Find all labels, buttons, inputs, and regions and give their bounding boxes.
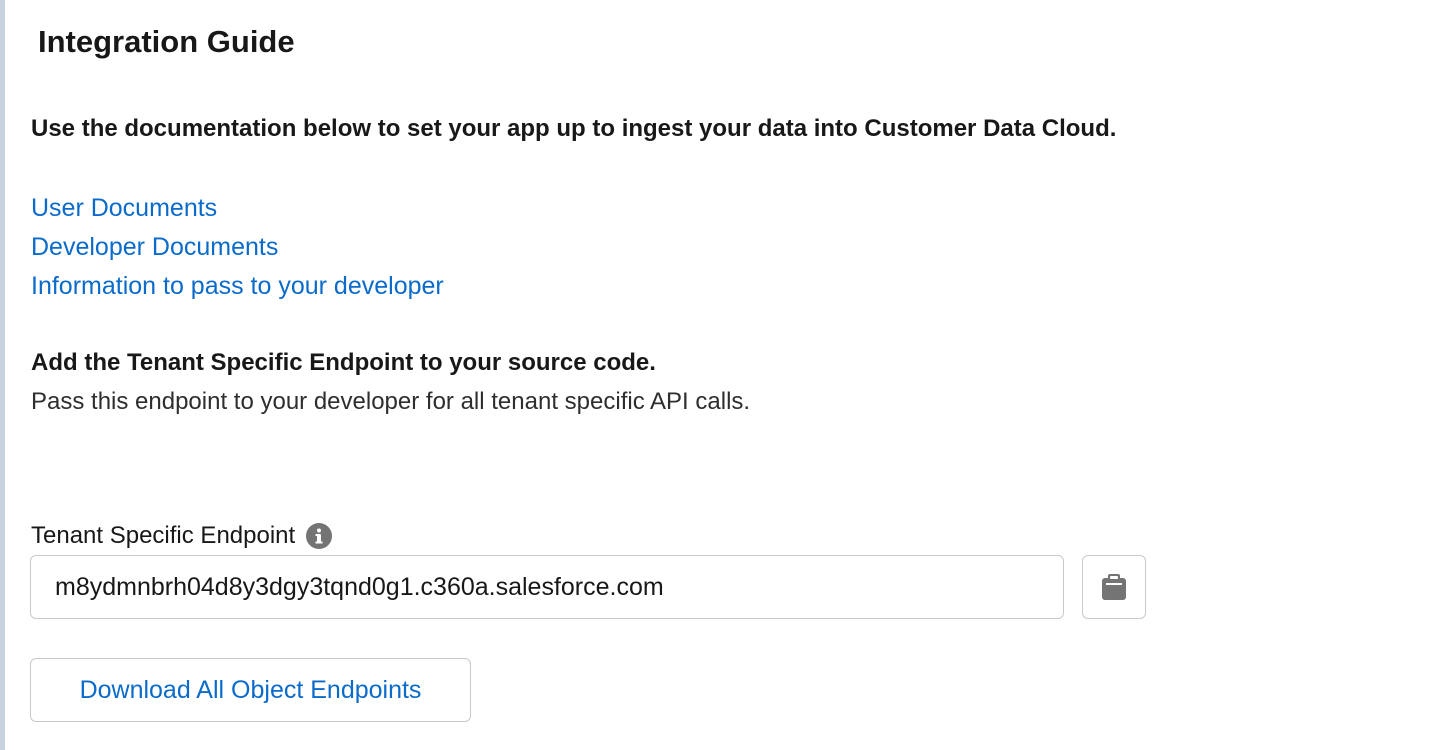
endpoint-section-heading: Add the Tenant Specific Endpoint to your… <box>31 349 656 376</box>
download-all-endpoints-button[interactable]: Download All Object Endpoints <box>30 658 471 722</box>
intro-text: Use the documentation below to set your … <box>31 115 1117 142</box>
clipboard-icon <box>1101 573 1127 601</box>
endpoint-label-row: Tenant Specific Endpoint <box>31 519 333 553</box>
developer-info-link[interactable]: Information to pass to your developer <box>31 267 444 306</box>
copy-endpoint-button[interactable] <box>1082 555 1146 619</box>
endpoint-section-description: Pass this endpoint to your developer for… <box>31 388 751 415</box>
info-icon[interactable] <box>306 523 333 549</box>
endpoint-input[interactable] <box>30 555 1064 619</box>
endpoint-field-label: Tenant Specific Endpoint <box>31 522 296 549</box>
documentation-links: User Documents Developer Documents Infor… <box>31 189 444 306</box>
left-panel-edge <box>0 0 5 750</box>
page-title: Integration Guide <box>38 24 295 59</box>
user-documents-link[interactable]: User Documents <box>31 189 444 228</box>
developer-documents-link[interactable]: Developer Documents <box>31 228 444 267</box>
